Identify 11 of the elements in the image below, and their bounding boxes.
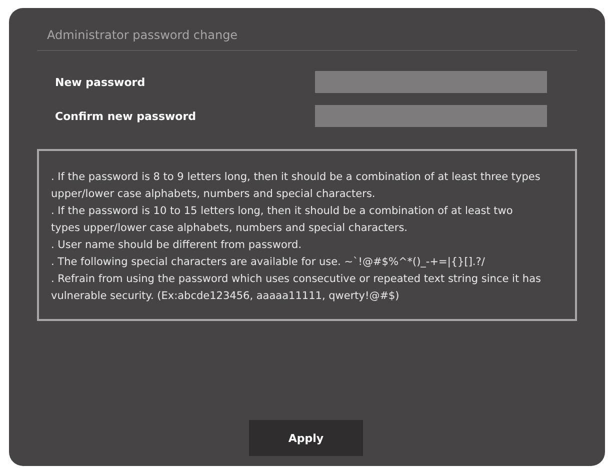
notice-text: . Refrain from using the password which uses consecutive or repeated text string since it has vulnerable security. (Ex:abcde123456, aaaaa11111, qwerty!@#$) (51, 272, 542, 304)
dialog-title: Administrator password change (37, 28, 577, 51)
notice-text: . If the password is 8 to 9 letters long, then it should be a combination of at least three types upper/lower case alphabets, numbers and special characters. (51, 170, 542, 202)
notice-text: . The following special characters are available for use. ~`!@#$%^*()_-+=|{}[].?/ (51, 255, 486, 270)
password-field[interactable] (315, 105, 547, 127)
notice-text: . If the password is 10 to 15 letters long, then it should be a combination of at least two types upper/lower case alphabets, numbers and special characters. (51, 204, 514, 236)
password-field[interactable] (315, 71, 547, 93)
field-label: New password (55, 76, 146, 88)
field-label: Confirm new password (55, 110, 198, 122)
apply-button[interactable]: Apply (249, 420, 363, 456)
notice-text: . User name should be different from password. (51, 238, 303, 253)
